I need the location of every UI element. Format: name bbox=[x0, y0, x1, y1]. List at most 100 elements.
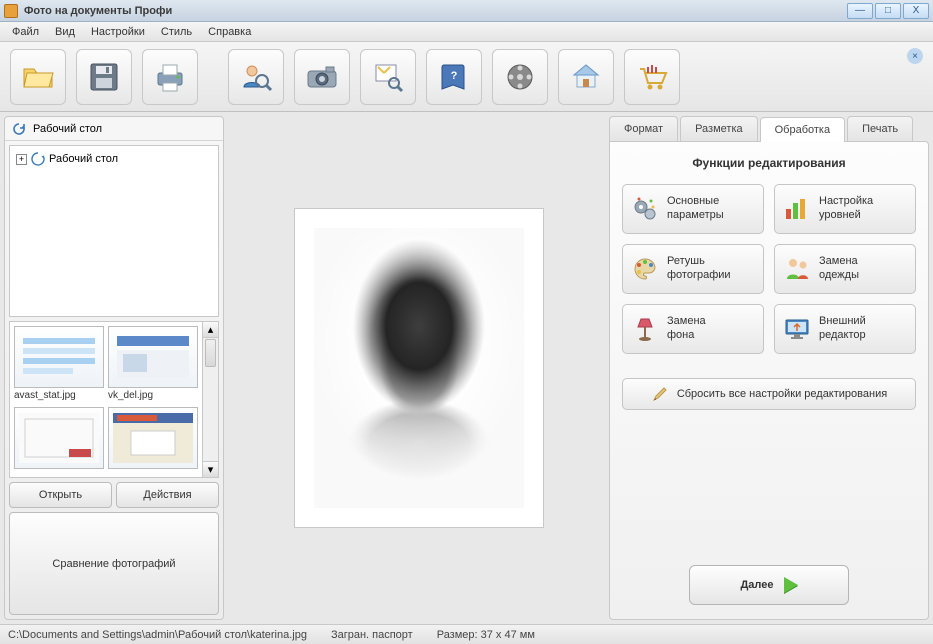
scroll-thumb[interactable] bbox=[205, 339, 216, 367]
thumbnail-item[interactable] bbox=[108, 407, 198, 473]
bars-icon bbox=[783, 195, 811, 223]
thumbnail-scrollbar[interactable]: ▴ ▾ bbox=[203, 321, 219, 478]
button-text: Внешнийредактор bbox=[819, 315, 866, 343]
film-reel-icon bbox=[502, 59, 538, 95]
left-panel: Рабочий стол + Рабочий стол avast_stat.j… bbox=[4, 116, 224, 620]
basic-params-button[interactable]: Основныепараметры bbox=[622, 184, 764, 234]
change-clothes-button[interactable]: Заменаодежды bbox=[774, 244, 916, 294]
tree-expander[interactable]: + bbox=[16, 154, 27, 165]
tree-row-root[interactable]: + Рабочий стол bbox=[14, 150, 214, 168]
tab-processing[interactable]: Обработка bbox=[760, 117, 845, 142]
app-icon bbox=[4, 4, 18, 18]
levels-button[interactable]: Настройкауровней bbox=[774, 184, 916, 234]
external-editor-button[interactable]: Внешнийредактор bbox=[774, 304, 916, 354]
menu-help[interactable]: Справка bbox=[202, 24, 257, 40]
tree-root-label: Рабочий стол bbox=[49, 153, 118, 165]
thumbnail-label: avast_stat.jpg bbox=[14, 388, 104, 403]
statusbar: C:\Documents and Settings\admin\Рабочий … bbox=[0, 624, 933, 644]
button-text: Основныепараметры bbox=[667, 195, 724, 223]
reset-label: Сбросить все настройки редактирования bbox=[677, 388, 887, 400]
thumbnail-label bbox=[14, 469, 104, 473]
open-file-button[interactable]: Открыть bbox=[9, 482, 112, 508]
brush-icon bbox=[651, 385, 669, 403]
scroll-up-button[interactable]: ▴ bbox=[203, 322, 218, 338]
crop-selection-icon bbox=[370, 59, 406, 95]
toolbar-home-button[interactable] bbox=[558, 49, 614, 105]
toolbar-print-button[interactable] bbox=[142, 49, 198, 105]
toolbar-camera-button[interactable] bbox=[294, 49, 350, 105]
thumbnail-item[interactable] bbox=[14, 407, 104, 473]
location-header: Рабочий стол bbox=[5, 117, 223, 141]
actions-button[interactable]: Действия bbox=[116, 482, 219, 508]
monitor-icon bbox=[783, 315, 811, 343]
people-icon bbox=[783, 255, 811, 283]
toolbar-open-button[interactable] bbox=[10, 49, 66, 105]
toolbar-help-button[interactable]: ? bbox=[426, 49, 482, 105]
maximize-button[interactable]: □ bbox=[875, 3, 901, 19]
titlebar: Фото на документы Профи — □ X bbox=[0, 0, 933, 22]
status-path: C:\Documents and Settings\admin\Рабочий … bbox=[8, 629, 307, 641]
photo-frame bbox=[294, 208, 544, 528]
toolbar-crop-button[interactable] bbox=[360, 49, 416, 105]
desktop-icon bbox=[31, 152, 45, 166]
menubar: Файл Вид Настройки Стиль Справка bbox=[0, 22, 933, 42]
thumbnail-image bbox=[108, 326, 198, 388]
menu-style[interactable]: Стиль bbox=[155, 24, 198, 40]
editing-title: Функции редактирования bbox=[622, 156, 916, 170]
status-doc-type: Загран. паспорт bbox=[331, 629, 413, 641]
change-background-button[interactable]: Заменафона bbox=[622, 304, 764, 354]
reset-editing-button[interactable]: Сбросить все настройки редактирования bbox=[622, 378, 916, 410]
menu-view[interactable]: Вид bbox=[49, 24, 81, 40]
lamp-icon bbox=[631, 315, 659, 343]
gears-icon bbox=[631, 195, 659, 223]
palette-icon bbox=[631, 255, 659, 283]
folder-open-icon bbox=[20, 59, 56, 95]
window-title: Фото на документы Профи bbox=[24, 5, 845, 17]
menu-file[interactable]: Файл bbox=[6, 24, 45, 40]
thumbnail-image bbox=[14, 326, 104, 388]
refresh-icon[interactable] bbox=[11, 121, 27, 137]
right-panel: Формат Разметка Обработка Печать Функции… bbox=[609, 116, 929, 620]
button-text: Настройкауровней bbox=[819, 195, 873, 223]
thumbnail-grid[interactable]: avast_stat.jpg vk_del.jpg bbox=[9, 321, 203, 478]
tab-format[interactable]: Формат bbox=[609, 116, 678, 141]
thumbnail-image bbox=[108, 407, 198, 469]
button-text: Ретушьфотографии bbox=[667, 255, 731, 283]
editing-panel: Функции редактирования Основныепараметры… bbox=[609, 141, 929, 620]
compare-photos-button[interactable]: Сравнение фотографий bbox=[9, 512, 219, 615]
tab-bar: Формат Разметка Обработка Печать bbox=[609, 116, 929, 141]
arrow-right-icon bbox=[784, 577, 798, 593]
workarea: Рабочий стол + Рабочий стол avast_stat.j… bbox=[0, 112, 933, 624]
photo-preview-area bbox=[228, 112, 609, 624]
location-label: Рабочий стол bbox=[33, 123, 102, 135]
menu-settings[interactable]: Настройки bbox=[85, 24, 151, 40]
button-text: Заменафона bbox=[667, 315, 706, 343]
toolbar-film-button[interactable] bbox=[492, 49, 548, 105]
thumbnail-label bbox=[108, 469, 198, 473]
toolbar-save-button[interactable] bbox=[76, 49, 132, 105]
retouch-button[interactable]: Ретушьфотографии bbox=[622, 244, 764, 294]
toolbar-close-round-button[interactable]: × bbox=[907, 48, 923, 64]
thumbnail-label: vk_del.jpg bbox=[108, 388, 198, 403]
thumbnail-image bbox=[14, 407, 104, 469]
button-text: Заменаодежды bbox=[819, 255, 859, 283]
folder-tree[interactable]: + Рабочий стол bbox=[9, 145, 219, 317]
toolbar-cart-button[interactable] bbox=[624, 49, 680, 105]
tab-layout[interactable]: Разметка bbox=[680, 116, 758, 141]
minimize-button[interactable]: — bbox=[847, 3, 873, 19]
toolbar-find-person-button[interactable] bbox=[228, 49, 284, 105]
scroll-down-button[interactable]: ▾ bbox=[203, 461, 218, 477]
tab-print[interactable]: Печать bbox=[847, 116, 913, 141]
thumbnail-item[interactable]: avast_stat.jpg bbox=[14, 326, 104, 403]
next-button[interactable]: Далее bbox=[689, 565, 849, 605]
thumbnail-item[interactable]: vk_del.jpg bbox=[108, 326, 198, 403]
next-label: Далее bbox=[740, 579, 773, 591]
help-book-icon: ? bbox=[436, 59, 472, 95]
shopping-cart-icon bbox=[634, 59, 670, 95]
svg-text:?: ? bbox=[451, 70, 458, 82]
close-button[interactable]: X bbox=[903, 3, 929, 19]
home-icon bbox=[568, 59, 604, 95]
save-icon bbox=[86, 59, 122, 95]
portrait-image bbox=[314, 228, 524, 508]
toolbar: ? × bbox=[0, 42, 933, 112]
